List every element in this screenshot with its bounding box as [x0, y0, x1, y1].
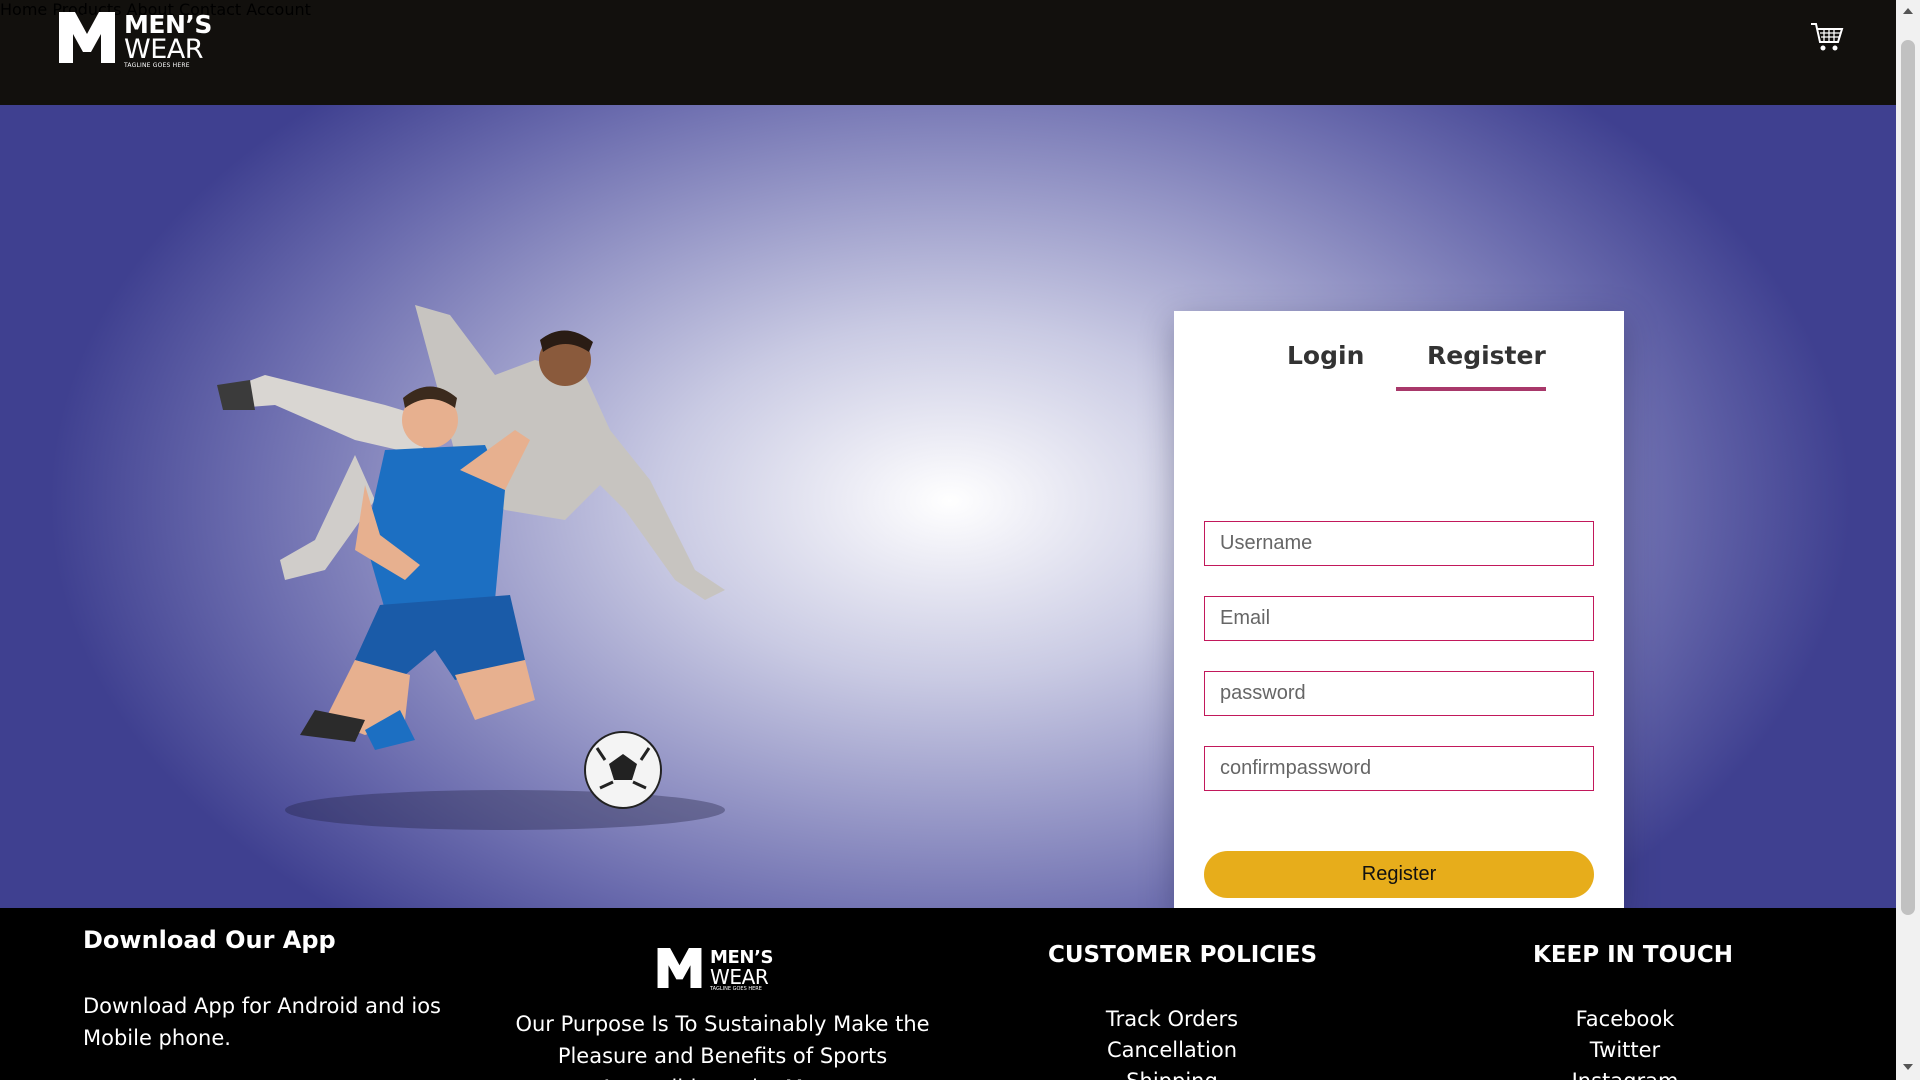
logo-wordmark: MEN’S WEAR TAGLINE GOES HERE — [124, 12, 212, 70]
nav-account[interactable]: Account — [246, 0, 311, 19]
auth-card: Login Register Register — [1174, 311, 1624, 911]
register-button[interactable]: Register — [1204, 851, 1594, 898]
scrollbar-thumb[interactable] — [1901, 40, 1915, 915]
logo-m-icon — [59, 12, 115, 63]
site-footer: Download Our App Download App for Androi… — [0, 908, 1896, 1080]
footer-app-title: Download Our App — [83, 926, 336, 954]
scroll-up-arrow-icon[interactable] — [1903, 8, 1913, 14]
footer-link-facebook[interactable]: Facebook — [1525, 1004, 1725, 1035]
page-scrollbar[interactable] — [1896, 0, 1920, 1080]
footer-logo-wear-text: WEAR — [710, 965, 769, 989]
footer-link-instagram[interactable]: Instagram — [1525, 1066, 1725, 1080]
footer-brand-logo: MEN’S WEAR TAGLINE GOES HERE — [657, 948, 782, 993]
nav-home[interactable]: Home — [0, 0, 47, 19]
footer-link-twitter[interactable]: Twitter — [1525, 1035, 1725, 1066]
footer-app-text: Download App for Android and ios Mobile … — [83, 994, 441, 1050]
footer-social-list: Facebook Twitter Instagram — [1525, 1004, 1725, 1080]
footer-purpose-text: Our Purpose Is To Sustainably Make the P… — [515, 1012, 930, 1080]
site-header: MEN’S WEAR TAGLINE GOES HERE Home Produc… — [0, 0, 1896, 105]
shopping-cart-icon[interactable] — [1810, 20, 1844, 54]
password-input[interactable] — [1204, 671, 1594, 716]
footer-logo-wordmark: MEN’S WEAR TAGLINE GOES HERE — [710, 948, 773, 993]
username-input[interactable] — [1204, 521, 1594, 566]
tab-login[interactable]: Login — [1287, 341, 1364, 370]
hero-section: Login Register Register — [0, 105, 1896, 911]
footer-link-track-orders[interactable]: Track Orders — [1072, 1004, 1272, 1035]
tab-register[interactable]: Register — [1427, 341, 1546, 370]
scroll-down-arrow-icon[interactable] — [1903, 1064, 1913, 1070]
footer-logo-m-icon — [657, 948, 702, 988]
confirm-password-input[interactable] — [1204, 746, 1594, 791]
footer-touch-title: KEEP IN TOUCH — [1533, 942, 1733, 968]
footer-policies-title: CUSTOMER POLICIES — [1048, 942, 1318, 968]
main-nav: Home Products About Contact Account — [0, 0, 1896, 19]
email-input[interactable] — [1204, 596, 1594, 641]
footer-link-cancellation[interactable]: Cancellation — [1072, 1035, 1272, 1066]
brand-logo[interactable]: MEN’S WEAR TAGLINE GOES HERE — [59, 12, 219, 69]
football-players-image — [217, 305, 725, 830]
footer-link-shipping[interactable]: Shipping — [1072, 1066, 1272, 1080]
footer-policies-list: Track Orders Cancellation Shipping — [1072, 1004, 1272, 1080]
logo-wear-text: WEAR — [124, 34, 203, 65]
active-tab-indicator — [1396, 387, 1546, 391]
